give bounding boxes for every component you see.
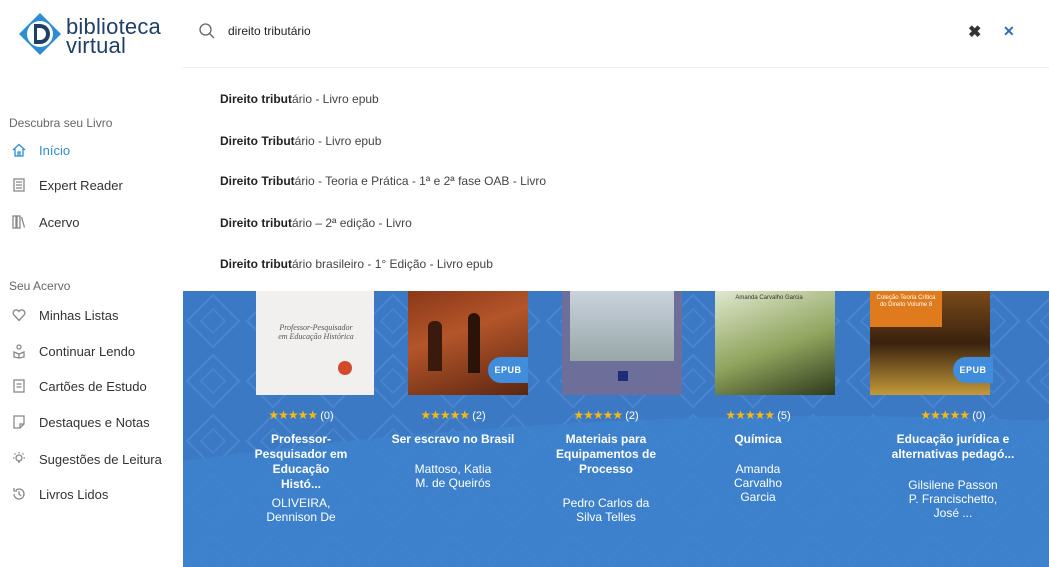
document-icon	[9, 175, 29, 195]
suggestion-match: Direito Tribut	[220, 134, 295, 148]
reader-icon	[9, 341, 29, 361]
book-author: Gilsilene Passon P. Francischetto, José …	[908, 478, 998, 520]
suggestion-match: Direito tribut	[220, 257, 292, 271]
rating-count: (0)	[972, 410, 986, 422]
sidebar-item-minhas-listas[interactable]: Minhas Listas	[9, 303, 179, 327]
sidebar-item-label: Livros Lidos	[39, 486, 109, 502]
cards-icon	[9, 376, 29, 396]
heart-icon	[9, 305, 29, 325]
rating-count: (0)	[320, 410, 334, 422]
epub-badge: EPUB	[488, 357, 528, 383]
publisher-logo-icon	[618, 371, 628, 381]
suggestion-match: Direito Tribut	[220, 174, 295, 188]
suggestion-rest: ário - Teoria e Prática - 1ª e 2ª fase O…	[294, 174, 547, 188]
book-cover[interactable]: Amanda Carvalho Garcia	[715, 291, 835, 395]
book-title[interactable]: Educação jurídica e alternativas pedagó.…	[873, 432, 1033, 462]
search-input[interactable]	[228, 20, 828, 42]
rating-count: (2)	[625, 410, 639, 422]
rating: ★★★★★ (2)	[526, 408, 686, 422]
cover-figure	[468, 313, 480, 373]
stars-icon: ★★★★★	[420, 408, 470, 422]
sidebar-item-cartoes-de-estudo[interactable]: Cartões de Estudo	[9, 374, 179, 398]
rating-count: (5)	[777, 410, 791, 422]
rating: ★★★★★ (2)	[373, 408, 533, 422]
book-author: Mattoso, Katia M. de Queirós	[414, 462, 492, 490]
clear-search-button[interactable]: ✖	[968, 22, 981, 42]
rating: ★★★★★ (5)	[678, 408, 838, 422]
sidebar-item-label: Destaques e Notas	[39, 414, 150, 430]
history-icon	[9, 484, 29, 504]
sidebar-item-label: Sugestões de Leitura	[39, 451, 162, 467]
suggestion-item[interactable]: Direito tributário brasileiro - 1° Ediçã…	[220, 257, 493, 271]
book-card[interactable]: EPUB ★★★★★ (2) Ser escravo no Brasil Mat…	[373, 291, 533, 567]
book-author: OLIVEIRA, Dennison De	[266, 496, 336, 524]
sidebar-item-acervo[interactable]: Acervo	[9, 210, 179, 234]
cover-author: Amanda Carvalho Garcia	[735, 295, 803, 301]
book-author: Amanda Carvalho Garcia	[733, 462, 783, 504]
stars-icon: ★★★★★	[920, 408, 970, 422]
sidebar-item-label: Início	[39, 142, 71, 158]
sidebar-item-label: Acervo	[39, 214, 80, 230]
close-search-button[interactable]: ✕	[1003, 23, 1015, 40]
rating: ★★★★★ (0)	[221, 408, 381, 422]
book-author: Pedro Carlos da Silva Telles	[562, 496, 650, 524]
book-title[interactable]: Química	[678, 432, 838, 447]
search-icon[interactable]	[198, 22, 216, 40]
sidebar-item-continuar-lendo[interactable]: Continuar Lendo	[9, 339, 179, 363]
books-carousel: Professor-Pesquisador em Educação Histór…	[183, 291, 1049, 567]
book-title[interactable]: Materiais para Equipamentos de Processo	[526, 432, 686, 477]
sidebar-item-livros-lidos[interactable]: Livros Lidos	[9, 482, 179, 506]
sidebar: biblioteca virtual Descubra seu Livro In…	[0, 0, 183, 567]
sidebar-item-label: Continuar Lendo	[39, 343, 136, 359]
bulb-icon	[9, 449, 29, 469]
book-title[interactable]: Ser escravo no Brasil	[373, 432, 533, 447]
cover-title: Professor-Pesquisador em Educação Histór…	[278, 323, 354, 341]
section-label-acervo: Seu Acervo	[9, 279, 71, 293]
sidebar-item-sugestoes-de-leitura[interactable]: Sugestões de Leitura	[9, 447, 179, 471]
rating: ★★★★★ (0)	[873, 408, 1033, 422]
note-icon	[9, 412, 29, 432]
cover-photo	[570, 291, 674, 361]
book-cover[interactable]	[562, 291, 682, 395]
suggestion-rest: ário – 2ª edição - Livro	[292, 216, 412, 230]
book-card[interactable]: Professor-Pesquisador em Educação Histór…	[221, 291, 381, 567]
rating-count: (2)	[472, 410, 486, 422]
suggestion-item[interactable]: Direito tributário – 2ª edição - Livro	[220, 216, 412, 230]
suggestion-item[interactable]: Direito Tributário - Livro epub	[220, 134, 381, 148]
suggestion-match: Direito tribut	[220, 92, 292, 106]
publisher-logo-icon	[338, 361, 352, 375]
suggestion-item[interactable]: Direito tributário - Livro epub	[220, 92, 379, 106]
cover-figure	[428, 321, 442, 371]
sidebar-item-expert-reader[interactable]: Expert Reader	[9, 173, 179, 197]
home-icon	[9, 140, 29, 160]
books-icon	[9, 212, 29, 232]
sidebar-item-inicio[interactable]: Início	[9, 138, 179, 162]
stars-icon: ★★★★★	[268, 408, 318, 422]
sidebar-item-label: Cartões de Estudo	[39, 378, 147, 394]
search-suggestions: Direito tributário - Livro epub Direito …	[183, 69, 1049, 291]
biblioteca-virtual-logo[interactable]: biblioteca virtual	[18, 12, 168, 62]
epub-badge: EPUB	[953, 357, 993, 383]
book-card[interactable]: Amanda Carvalho Garcia ★★★★★ (5) Química…	[678, 291, 838, 567]
logo-icon	[19, 13, 61, 55]
suggestion-item[interactable]: Direito Tributário - Teoria e Prática - …	[220, 174, 546, 188]
book-card[interactable]: Coleção Teoria Crítica do Direito Volume…	[870, 291, 1033, 567]
book-title[interactable]: Professor-Pesquisador em Educação Histó.…	[221, 432, 381, 492]
stars-icon: ★★★★★	[725, 408, 775, 422]
section-label-discover: Descubra seu Livro	[9, 116, 113, 130]
search-header: ✖ ✕	[183, 0, 1049, 68]
suggestion-match: Direito tribut	[220, 216, 292, 230]
suggestion-rest: ário - Livro epub	[292, 92, 379, 106]
stars-icon: ★★★★★	[573, 408, 623, 422]
cover-series: Coleção Teoria Crítica do Direito Volume…	[870, 291, 942, 327]
suggestion-rest: ário - Livro epub	[294, 134, 382, 148]
book-cover[interactable]: Professor-Pesquisador em Educação Histór…	[256, 291, 374, 395]
sidebar-item-label: Minhas Listas	[39, 307, 119, 323]
suggestion-rest: ário brasileiro - 1° Edição - Livro epub	[292, 257, 493, 271]
sidebar-item-destaques-e-notas[interactable]: Destaques e Notas	[9, 410, 179, 434]
book-card[interactable]: ★★★★★ (2) Materiais para Equipamentos de…	[526, 291, 686, 567]
sidebar-item-label: Expert Reader	[39, 177, 123, 193]
